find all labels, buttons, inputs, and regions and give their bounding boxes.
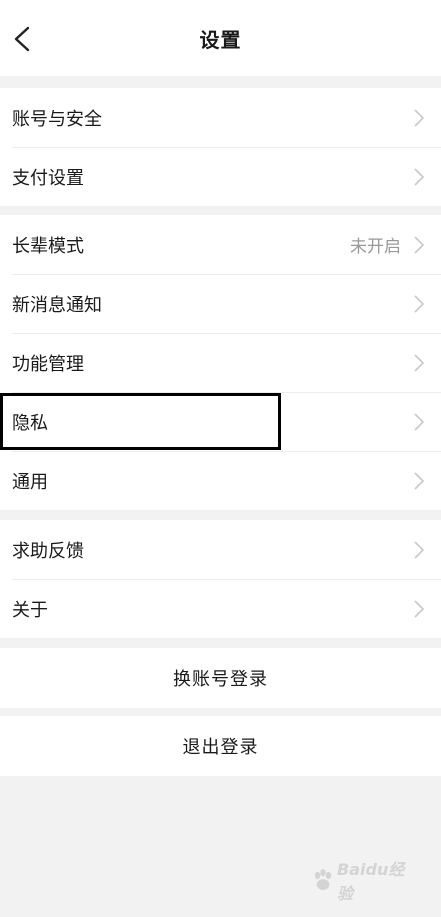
settings-item-account-security[interactable]: 账号与安全 [0, 88, 441, 147]
paw-logo-icon [314, 869, 332, 891]
logout-button[interactable]: 退出登录 [0, 716, 441, 776]
settings-item-feature-management[interactable]: 功能管理 [0, 333, 441, 392]
chevron-right-icon [414, 294, 425, 313]
chevron-right-icon [414, 599, 425, 618]
settings-item-privacy[interactable]: 隐私 [0, 392, 441, 451]
chevron-right-icon [414, 353, 425, 372]
settings-item-label: 支付设置 [12, 167, 84, 189]
chevron-right-icon [414, 108, 425, 127]
baidu-jingyan-watermark: Baidu经验 [313, 860, 413, 903]
elder-mode-status: 未开启 [350, 237, 401, 257]
chevron-right-icon [414, 235, 425, 254]
settings-item-label: 功能管理 [12, 353, 84, 375]
page-title: 设置 [199, 28, 242, 52]
settings-item-label: 通用 [12, 471, 48, 493]
settings-item-help-feedback[interactable]: 求助反馈 [0, 520, 441, 579]
settings-item-payment[interactable]: 支付设置 [0, 147, 441, 206]
navigation-bar: 设置 [0, 0, 441, 76]
settings-item-elder-mode[interactable]: 长辈模式 未开启 [0, 215, 441, 274]
chevron-right-icon [414, 471, 425, 490]
chevron-right-icon [414, 412, 425, 431]
switch-account-button[interactable]: 换账号登录 [0, 648, 441, 708]
switch-account-label: 换账号登录 [173, 669, 268, 690]
settings-item-label: 长辈模式 [12, 235, 84, 257]
settings-group-general: 长辈模式 未开启 新消息通知 功能管理 隐私 通用 [0, 215, 441, 510]
settings-item-general[interactable]: 通用 [0, 451, 441, 510]
settings-item-about[interactable]: 关于 [0, 579, 441, 638]
settings-group-account: 账号与安全 支付设置 [0, 88, 441, 206]
logout-label: 退出登录 [182, 737, 259, 758]
watermark-text: Baidu经验 [337, 860, 405, 903]
settings-item-label: 求助反馈 [12, 540, 84, 562]
settings-group-help: 求助反馈 关于 [0, 520, 441, 638]
chevron-right-icon [414, 540, 425, 559]
settings-item-label: 新消息通知 [12, 294, 102, 316]
settings-item-label: 隐私 [12, 412, 48, 434]
settings-item-label: 关于 [12, 599, 48, 621]
settings-item-notifications[interactable]: 新消息通知 [0, 274, 441, 333]
chevron-right-icon [414, 167, 425, 186]
settings-item-label: 账号与安全 [12, 108, 102, 130]
